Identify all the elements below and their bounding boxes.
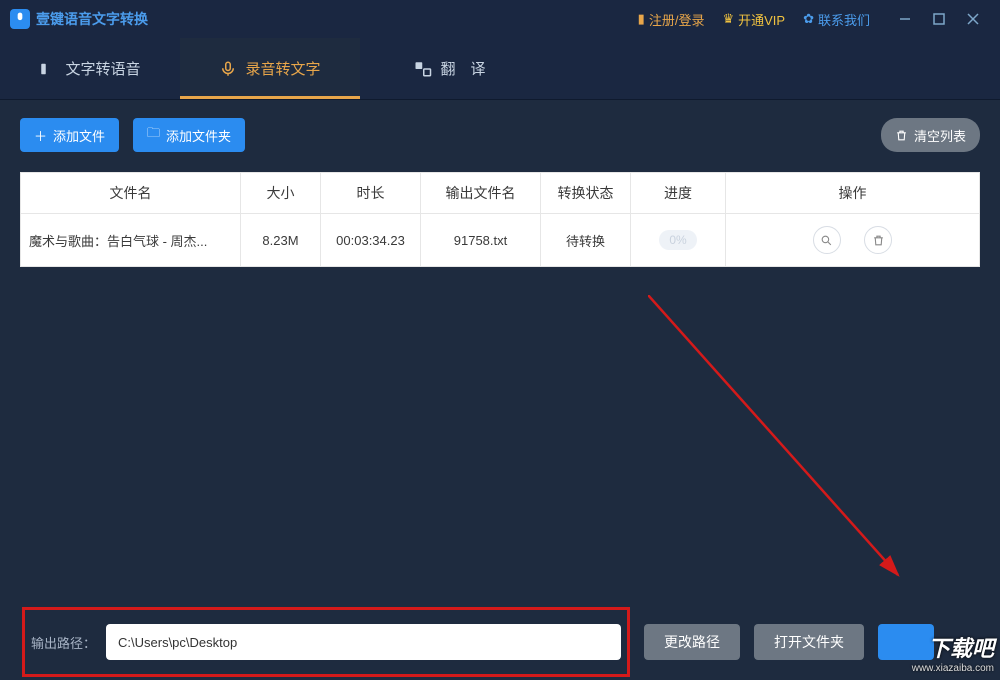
- cell-size: 8.23M: [241, 214, 321, 267]
- magnify-icon: [820, 234, 833, 247]
- th-output: 输出文件名: [421, 173, 541, 214]
- bookmark-icon: ▮: [638, 11, 645, 27]
- tabbar: 文字转语音 录音转文字 翻 译: [0, 38, 1000, 100]
- trash-icon: [895, 129, 908, 142]
- titlebar-left: 壹键语音文字转换: [10, 9, 148, 29]
- add-file-label: 添加文件: [53, 126, 105, 145]
- table-header-row: 文件名 大小 时长 输出文件名 转换状态 进度 操作: [21, 173, 980, 214]
- tab-stt[interactable]: 录音转文字: [180, 38, 360, 99]
- tab-stt-label: 录音转文字: [245, 58, 320, 79]
- translate-icon: [414, 60, 432, 78]
- add-folder-button[interactable]: 🗀 添加文件夹: [133, 118, 245, 152]
- close-button[interactable]: [956, 4, 990, 34]
- tab-tts[interactable]: 文字转语音: [0, 38, 180, 99]
- table-row[interactable]: 魔术与歌曲：告白气球 - 周杰... 8.23M 00:03:34.23 917…: [21, 214, 980, 267]
- cell-duration: 00:03:34.23: [321, 214, 421, 267]
- gear-icon: ✿: [803, 11, 814, 27]
- minimize-button[interactable]: [888, 4, 922, 34]
- th-filename: 文件名: [21, 173, 241, 214]
- tts-icon: [39, 60, 57, 78]
- clear-list-button[interactable]: 清空列表: [881, 118, 980, 152]
- register-label: 注册/登录: [649, 10, 705, 29]
- change-path-button[interactable]: 更改路径: [644, 624, 740, 660]
- view-button[interactable]: [813, 226, 841, 254]
- trash-icon: [872, 234, 885, 247]
- cell-output: 91758.txt: [421, 214, 541, 267]
- th-duration: 时长: [321, 173, 421, 214]
- th-status: 转换状态: [541, 173, 631, 214]
- vip-label: 开通VIP: [738, 10, 785, 29]
- tab-translate[interactable]: 翻 译: [360, 38, 540, 99]
- toolbar: ＋ 添加文件 🗀 添加文件夹 清空列表: [20, 118, 980, 152]
- contact-link[interactable]: ✿ 联系我们: [803, 10, 870, 29]
- cell-filename: 魔术与歌曲：告白气球 - 周杰...: [21, 214, 241, 267]
- output-path-input[interactable]: [106, 624, 621, 660]
- titlebar: 壹键语音文字转换 ▮ 注册/登录 ♛ 开通VIP ✿ 联系我们: [0, 0, 1000, 38]
- cell-action: [726, 214, 980, 267]
- titlebar-right: ▮ 注册/登录 ♛ 开通VIP ✿ 联系我们: [638, 4, 990, 34]
- output-path-group: 输出路径：: [22, 607, 630, 677]
- content-area: ＋ 添加文件 🗀 添加文件夹 清空列表 文件名 大小 时长 输出文件名 转换状态…: [0, 100, 1000, 267]
- app-title: 壹键语音文字转换: [36, 9, 148, 29]
- mic-icon: [219, 60, 237, 78]
- add-file-button[interactable]: ＋ 添加文件: [20, 118, 119, 152]
- register-link[interactable]: ▮ 注册/登录: [638, 10, 705, 29]
- open-folder-button[interactable]: 打开文件夹: [754, 624, 864, 660]
- window-controls: [888, 4, 990, 34]
- th-action: 操作: [726, 173, 980, 214]
- cell-status: 待转换: [541, 214, 631, 267]
- contact-label: 联系我们: [818, 10, 870, 29]
- output-path-label: 输出路径：: [31, 633, 96, 652]
- crown-icon: ♛: [722, 11, 734, 27]
- clear-list-label: 清空列表: [914, 126, 966, 145]
- tab-translate-label: 翻 译: [440, 58, 485, 79]
- app-logo: [10, 9, 30, 29]
- maximize-button[interactable]: [922, 4, 956, 34]
- add-folder-label: 添加文件夹: [166, 126, 231, 145]
- delete-button[interactable]: [864, 226, 892, 254]
- th-size: 大小: [241, 173, 321, 214]
- progress-pill: 0%: [659, 230, 696, 250]
- plus-icon: ＋: [34, 126, 47, 145]
- vip-link[interactable]: ♛ 开通VIP: [722, 10, 785, 29]
- folder-icon: 🗀: [147, 124, 160, 146]
- annotation-arrow: [648, 295, 948, 595]
- convert-button[interactable]: [878, 624, 934, 660]
- tab-tts-label: 文字转语音: [65, 58, 140, 79]
- file-table: 文件名 大小 时长 输出文件名 转换状态 进度 操作 魔术与歌曲：告白气球 - …: [20, 172, 980, 267]
- bottombar: 输出路径： 更改路径 打开文件夹: [0, 604, 1000, 680]
- cell-progress: 0%: [631, 214, 726, 267]
- th-progress: 进度: [631, 173, 726, 214]
